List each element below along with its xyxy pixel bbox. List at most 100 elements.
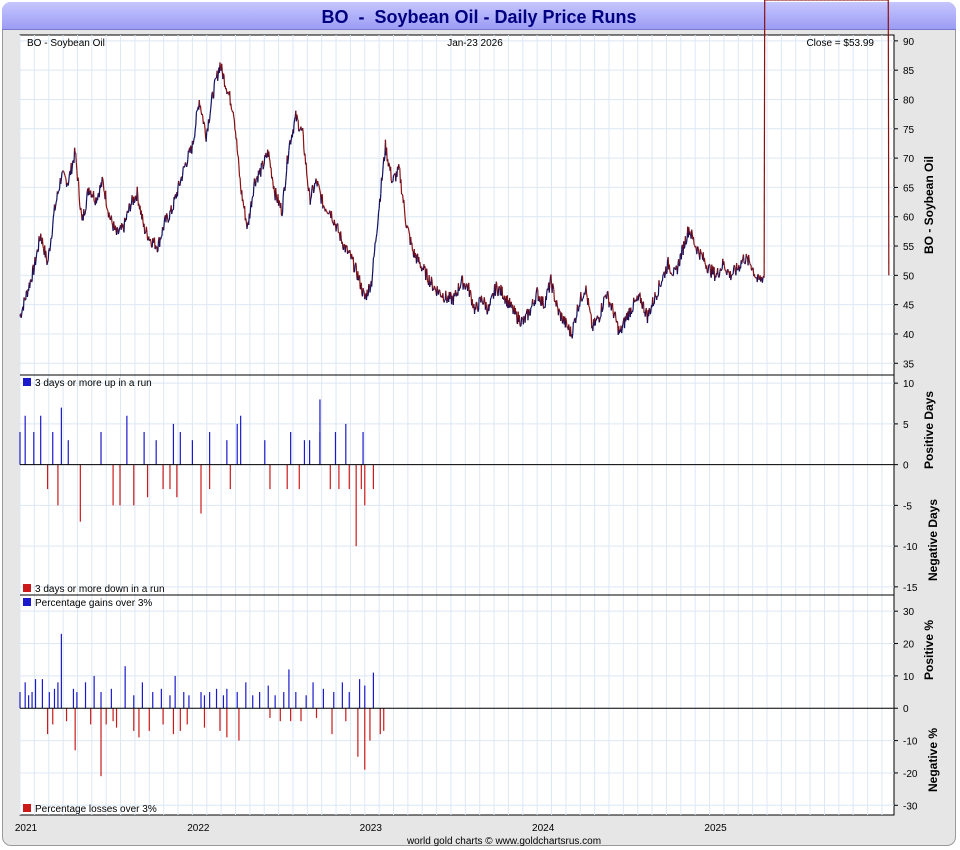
- price-segment: [65, 182, 68, 187]
- price-segment: [105, 204, 108, 209]
- legend-up-swatch: [23, 378, 31, 386]
- price-segment: [268, 157, 271, 162]
- price-segment: [335, 225, 338, 232]
- price-segment: [49, 245, 52, 252]
- price-segment: [730, 274, 733, 277]
- price-segment: [398, 167, 401, 169]
- price-segment: [561, 320, 564, 324]
- price-segment: [270, 167, 273, 179]
- price-segment: [305, 162, 308, 175]
- price-segment: [748, 254, 750, 261]
- price-segment: [530, 305, 533, 308]
- price-segment: [588, 306, 590, 308]
- price-segment: [230, 108, 233, 111]
- price-segment: [683, 246, 686, 249]
- price-segment: [203, 123, 206, 129]
- price-segment: [223, 75, 226, 87]
- price-segment: [349, 249, 352, 254]
- price-segment: [372, 257, 374, 271]
- price-segment: [260, 163, 262, 177]
- price-segment: [171, 210, 173, 215]
- price-segment: [442, 293, 445, 301]
- price-segment: [512, 310, 515, 315]
- price-segment: [364, 296, 366, 300]
- y-tick-label: 5: [903, 420, 909, 431]
- price-segment: [621, 328, 623, 334]
- price-segment: [237, 155, 239, 157]
- price-segment: [529, 307, 532, 316]
- price-segment: [360, 282, 363, 295]
- price-segment: [604, 294, 607, 299]
- y-tick-label: 55: [903, 242, 915, 253]
- price-segment: [631, 308, 634, 313]
- price-segment: [490, 295, 493, 298]
- price-segment: [103, 190, 106, 193]
- price-segment: [377, 208, 380, 213]
- price-segment: [535, 289, 538, 295]
- price-segment: [113, 221, 115, 227]
- price-segment: [571, 333, 574, 339]
- price-segment: [463, 282, 466, 288]
- price-segment: [60, 178, 62, 184]
- price-segment: [648, 308, 650, 317]
- price-segment: [41, 237, 44, 247]
- legend-pct-gain: Percentage gains over 3%: [35, 598, 152, 609]
- price-segment: [483, 297, 486, 303]
- price-segment: [284, 177, 287, 186]
- price-segment: [233, 119, 236, 130]
- price-segment: [102, 182, 105, 191]
- price-segment: [127, 211, 130, 214]
- price-segment: [34, 258, 37, 266]
- price-segment: [294, 116, 296, 120]
- price-segment: [353, 266, 356, 273]
- price-segment: [232, 111, 235, 117]
- price-segment: [582, 297, 584, 300]
- header-close: Close = $53.99: [806, 38, 874, 49]
- price-segment: [498, 286, 501, 289]
- price-segment: [325, 210, 328, 212]
- y-tick-label: -10: [903, 737, 918, 748]
- price-segment: [179, 183, 181, 187]
- price-segment: [744, 260, 747, 265]
- price-segment: [176, 186, 179, 197]
- price-segment: [462, 284, 465, 290]
- price-segment: [288, 142, 291, 151]
- price-segment: [371, 270, 374, 279]
- price-segment: [84, 210, 87, 215]
- price-segment: [658, 280, 661, 286]
- price-segment: [244, 206, 246, 221]
- price-segment: [143, 223, 146, 234]
- y-tick-label: 35: [903, 359, 915, 370]
- price-segment: [598, 319, 601, 323]
- price-segment: [323, 206, 326, 208]
- y-tick-label: 0: [903, 461, 909, 472]
- price-segment: [306, 174, 308, 180]
- price-segment: [236, 149, 239, 156]
- price-segment: [659, 284, 661, 287]
- price-segment: [613, 312, 616, 316]
- price-segment: [362, 287, 365, 291]
- price-segment: [887, 0, 890, 276]
- price-axis-label: BO - Soybean Oil: [922, 156, 936, 254]
- price-segment: [437, 290, 440, 295]
- price-segment: [93, 200, 96, 203]
- price-segment: [109, 218, 112, 221]
- price-segment: [78, 196, 81, 206]
- price-segment: [33, 267, 35, 275]
- price-segment: [144, 232, 146, 235]
- price-segment: [486, 311, 489, 315]
- price-segment: [445, 290, 447, 299]
- price-segment: [723, 261, 726, 267]
- price-segment: [376, 221, 379, 229]
- price-segment: [741, 258, 744, 261]
- price-segment: [565, 317, 568, 322]
- price-segment: [322, 205, 325, 207]
- price-segment: [239, 177, 242, 188]
- price-segment: [167, 219, 170, 223]
- price-segment: [451, 295, 454, 297]
- price-segment: [88, 192, 91, 195]
- price-segment: [709, 265, 712, 277]
- price-segment: [201, 113, 204, 117]
- price-segment: [63, 171, 65, 174]
- price-segment: [309, 198, 312, 205]
